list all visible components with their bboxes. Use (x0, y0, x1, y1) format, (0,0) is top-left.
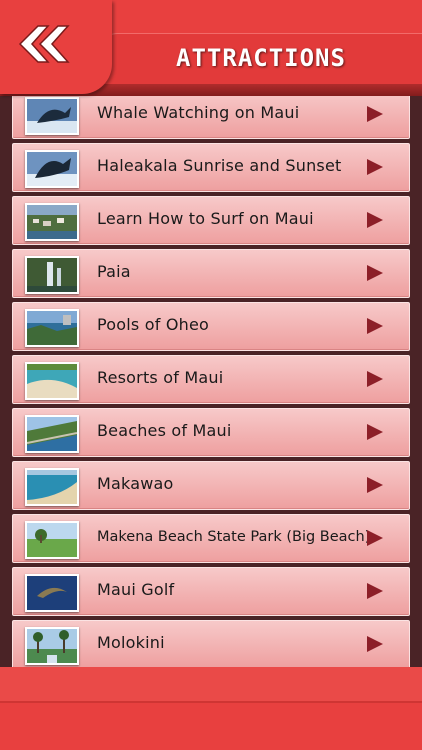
list-item[interactable]: Whale Watching on Maui (12, 96, 410, 139)
chevron-right-icon (367, 106, 383, 122)
coast-road-thumbnail (25, 415, 79, 453)
golf-thumbnail (25, 521, 79, 559)
attractions-list-panel[interactable]: Whale Watching on Maui Haleakala Sunrise… (0, 96, 422, 667)
list-item[interactable]: Beaches of Maui (12, 408, 410, 457)
chevron-right-icon (367, 318, 383, 334)
chevron-right-icon (367, 636, 383, 652)
cliff-coast-thumbnail (25, 309, 79, 347)
list-item-label: Beaches of Maui (97, 421, 232, 440)
coast-town-thumbnail (25, 203, 79, 241)
back-button[interactable] (18, 22, 74, 66)
footer-bar (0, 667, 422, 750)
chevron-right-icon (367, 477, 383, 493)
crater-island-thumbnail (25, 574, 79, 612)
list-item-label: Learn How to Surf on Maui (97, 209, 314, 228)
list-item[interactable]: Molokini (12, 620, 410, 667)
list-item[interactable]: Maui Golf (12, 567, 410, 616)
list-item-label: Makawao (97, 474, 174, 493)
palms-thumbnail (25, 627, 79, 665)
waterfall-thumbnail (25, 256, 79, 294)
list-item-label: Haleakala Sunrise and Sunset (97, 156, 342, 175)
beach-thumbnail (25, 362, 79, 400)
chevron-right-icon (367, 212, 383, 228)
footer-band (0, 667, 422, 703)
header: ATTRACTIONS (0, 0, 422, 98)
list-item[interactable]: Pools of Oheo (12, 302, 410, 351)
list-item-label: Makena Beach State Park (Big Beach) (97, 529, 371, 545)
chevron-right-icon (367, 371, 383, 387)
double-chevron-left-icon (18, 25, 70, 63)
list-item-label: Paia (97, 262, 131, 281)
list-item[interactable]: Paia (12, 249, 410, 298)
list-item-label: Resorts of Maui (97, 368, 224, 387)
chevron-right-icon (367, 265, 383, 281)
chevron-right-icon (367, 159, 383, 175)
list-item-label: Whale Watching on Maui (97, 103, 300, 122)
list-item-label: Maui Golf (97, 580, 175, 599)
back-tab (0, 0, 112, 94)
list-item[interactable]: Haleakala Sunrise and Sunset (12, 143, 410, 192)
list-item-label: Molokini (97, 633, 165, 652)
chevron-right-icon (367, 583, 383, 599)
list-item[interactable]: Learn How to Surf on Maui (12, 196, 410, 245)
chevron-right-icon (367, 530, 383, 546)
attractions-list: Whale Watching on Maui Haleakala Sunrise… (12, 96, 410, 667)
whale-thumbnail (25, 150, 79, 188)
beach-cove-thumbnail (25, 468, 79, 506)
chevron-right-icon (367, 424, 383, 440)
list-item[interactable]: Makena Beach State Park (Big Beach) (12, 514, 410, 563)
list-item[interactable]: Resorts of Maui (12, 355, 410, 404)
whale-thumbnail (25, 97, 79, 135)
list-item-label: Pools of Oheo (97, 315, 209, 334)
page-title: ATTRACTIONS (176, 44, 346, 72)
list-item[interactable]: Makawao (12, 461, 410, 510)
